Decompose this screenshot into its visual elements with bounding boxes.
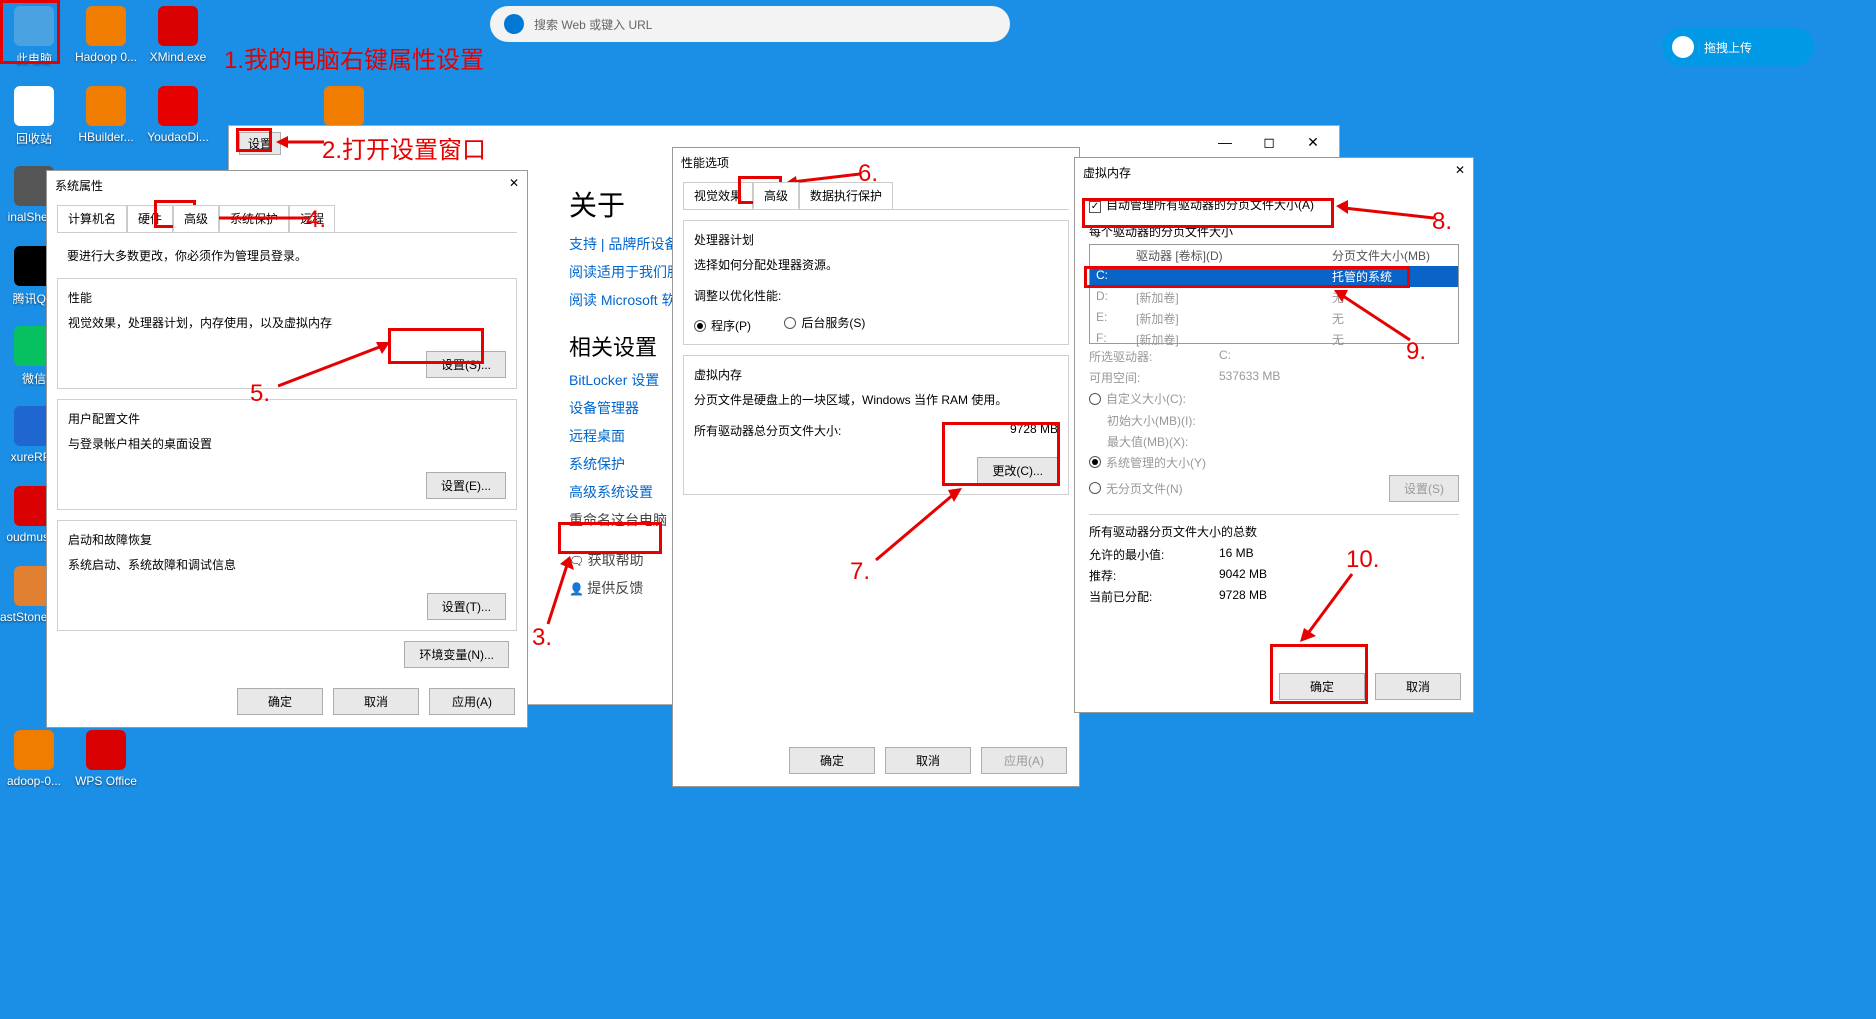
performance-group: 性能 视觉效果，处理器计划，内存使用，以及虚拟内存 设置(S)... [57, 278, 517, 389]
desktop-icon[interactable]: WPS Office [72, 730, 140, 788]
selected-drive: C: [1219, 348, 1231, 365]
feedback[interactable]: 提供反馈 [587, 580, 643, 596]
icon-label: YoudaoDi... [144, 130, 212, 144]
cancel-button[interactable]: 取消 [333, 688, 419, 715]
profile-settings-button[interactable]: 设置(E)... [426, 472, 506, 499]
icon-label: adoop-0... [0, 774, 68, 788]
app-icon [14, 730, 54, 770]
drive-row[interactable]: F:[新加卷]无 [1090, 329, 1458, 350]
radio-no-paging: 无分页文件(N) [1089, 480, 1183, 497]
tab-hardware[interactable]: 硬件 [127, 205, 173, 232]
radio-custom-size: 自定义大小(C): [1089, 390, 1186, 407]
desktop-icon[interactable]: XMind.exe [144, 6, 212, 64]
feedback-icon: 👤 [569, 582, 587, 596]
radio-system-managed: 系统管理的大小(Y) [1089, 454, 1459, 471]
user-profile-group: 用户配置文件 与登录帐户相关的桌面设置 设置(E)... [57, 399, 517, 510]
icon-label: 此电脑 [0, 50, 68, 67]
recommended: 9042 MB [1219, 567, 1267, 584]
tab-advanced[interactable]: 高级 [753, 182, 799, 209]
settings-back[interactable]: 设置 [239, 132, 281, 155]
dialog-title: 性能选项 [681, 154, 729, 171]
icon-label: 回收站 [0, 130, 68, 147]
close-icon[interactable]: ✕ [1451, 162, 1469, 178]
system-properties-dialog: 系统属性 ✕ 计算机名 硬件 高级 系统保护 远程 要进行大多数更改，你必须作为… [46, 170, 528, 728]
dialog-title: 虚拟内存 [1083, 164, 1131, 181]
icon-label: Hadoop 0... [72, 50, 140, 64]
upload-pill[interactable]: 拖拽上传 [1662, 28, 1814, 66]
desktop-icon[interactable]: adoop-0... [0, 730, 68, 788]
ok-button[interactable]: 确定 [1279, 673, 1365, 700]
app-icon [324, 86, 364, 126]
desktop-icon[interactable]: HBuilder... [72, 86, 140, 144]
app-icon [86, 730, 126, 770]
virtual-memory-dialog: 虚拟内存 ✕ ✓自动管理所有驱动器的分页文件大小(A) 每个驱动器的分页文件大小… [1074, 157, 1474, 713]
icon-label: XMind.exe [144, 50, 212, 64]
get-help[interactable]: 获取帮助 [588, 552, 644, 568]
min-allowed: 16 MB [1219, 546, 1254, 563]
maximize-button[interactable]: ◻ [1247, 128, 1291, 156]
startup-group: 启动和故障恢复 系统启动、系统故障和调试信息 设置(T)... [57, 520, 517, 631]
drive-row[interactable]: E:[新加卷]无 [1090, 308, 1458, 329]
search-box[interactable]: 搜索 Web 或键入 URL [490, 6, 1010, 42]
tab-computer-name[interactable]: 计算机名 [57, 205, 127, 232]
desktop-icon[interactable]: 回收站 [0, 86, 68, 147]
radio-background[interactable]: 后台服务(S) [784, 314, 865, 331]
set-button: 设置(S) [1389, 475, 1459, 502]
app-icon [14, 86, 54, 126]
desktop-icon[interactable]: Hadoop 0... [72, 6, 140, 64]
app-icon [86, 6, 126, 46]
cloud-icon [1672, 36, 1694, 58]
icon-label: WPS Office [72, 774, 140, 788]
radio-programs[interactable]: 程序(P) [694, 317, 751, 334]
desktop-icon[interactable]: 此电脑 [0, 6, 68, 67]
currently-allocated: 9728 MB [1219, 588, 1267, 605]
ok-button[interactable]: 确定 [237, 688, 323, 715]
performance-options-dialog: 性能选项 视觉效果 高级 数据执行保护 处理器计划 选择如何分配处理器资源。 调… [672, 147, 1080, 787]
change-vm-button[interactable]: 更改(C)... [977, 457, 1058, 484]
tab-visual-effects[interactable]: 视觉效果 [683, 182, 753, 209]
close-button[interactable]: ✕ [1291, 128, 1335, 156]
desktop-icon[interactable]: YoudaoDi... [144, 86, 212, 144]
edge-icon [504, 14, 524, 34]
ok-button[interactable]: 确定 [789, 747, 875, 774]
close-icon[interactable]: ✕ [505, 175, 523, 191]
desktop-icon[interactable] [310, 86, 378, 130]
processor-scheduling-group: 处理器计划 选择如何分配处理器资源。 调整以优化性能: 程序(P) 后台服务(S… [683, 220, 1069, 345]
cancel-button[interactable]: 取消 [1375, 673, 1461, 700]
available-space: 537633 MB [1219, 369, 1280, 386]
search-placeholder: 搜索 Web 或键入 URL [534, 16, 652, 33]
tab-remote[interactable]: 远程 [289, 205, 335, 232]
app-icon [158, 6, 198, 46]
admin-note: 要进行大多数更改，你必须作为管理员登录。 [47, 233, 527, 268]
dialog-title: 系统属性 [55, 177, 103, 194]
drive-row[interactable]: C:托管的系统 [1090, 266, 1458, 287]
auto-manage-checkbox[interactable]: ✓自动管理所有驱动器的分页文件大小(A) [1089, 198, 1314, 212]
icon-label: HBuilder... [72, 130, 140, 144]
tab-system-protection[interactable]: 系统保护 [219, 205, 289, 232]
apply-button[interactable]: 应用(A) [429, 688, 515, 715]
virtual-memory-group: 虚拟内存 分页文件是硬盘上的一块区域，Windows 当作 RAM 使用。 所有… [683, 355, 1069, 495]
apply-button[interactable]: 应用(A) [981, 747, 1067, 774]
total-paging-size: 9728 MB [1010, 422, 1058, 439]
help-icon: 🗨 [569, 554, 588, 568]
tab-advanced[interactable]: 高级 [173, 205, 219, 232]
annot-1: 1.我的电脑右键属性设置 [224, 40, 484, 75]
minimize-button[interactable]: — [1203, 128, 1247, 156]
perf-settings-button[interactable]: 设置(S)... [426, 351, 506, 378]
drive-list: 驱动器 [卷标](D)分页文件大小(MB) C:托管的系统D:[新加卷]无E:[… [1089, 244, 1459, 344]
app-icon [86, 86, 126, 126]
cancel-button[interactable]: 取消 [885, 747, 971, 774]
env-vars-button[interactable]: 环境变量(N)... [404, 641, 509, 668]
app-icon [14, 6, 54, 46]
app-icon [158, 86, 198, 126]
window-controls: — ◻ ✕ [1203, 128, 1335, 156]
startup-settings-button[interactable]: 设置(T)... [427, 593, 506, 620]
drive-row[interactable]: D:[新加卷]无 [1090, 287, 1458, 308]
tab-dep[interactable]: 数据执行保护 [799, 182, 893, 209]
upload-label: 拖拽上传 [1704, 39, 1752, 56]
